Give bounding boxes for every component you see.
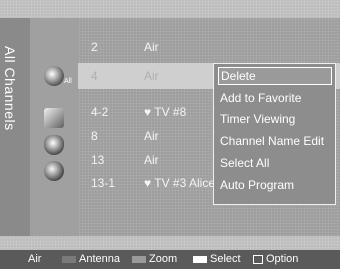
guide-select-label: Select: [210, 253, 241, 265]
channel-type: Air: [144, 40, 159, 54]
favorite-heart-icon[interactable]: [44, 135, 64, 155]
select-color-key-icon: [193, 255, 207, 263]
guide-air-label: Air: [28, 253, 42, 265]
channel-number: 13-1: [91, 176, 116, 190]
all-channels-icon[interactable]: [44, 66, 64, 86]
option-tools-icon: [253, 254, 263, 264]
menu-item-channel-name-edit[interactable]: Channel Name Edit: [218, 132, 332, 150]
channel-number: 13: [91, 153, 105, 167]
channel-type: Air: [144, 69, 159, 83]
guide-select[interactable]: Select: [193, 250, 241, 269]
button-guide-bar: Air Antenna Zoom Select Option: [0, 250, 340, 269]
guide-antenna-label: Antenna: [79, 253, 120, 265]
channel-options-popup: Delete Add to Favorite Timer Viewing Cha…: [213, 63, 336, 205]
category-title: All Channels: [2, 46, 18, 131]
channel-type: Air: [144, 129, 159, 143]
channel-name: Alice: [189, 176, 216, 190]
zoom-color-key-icon: [132, 255, 146, 263]
programmed-icon[interactable]: [44, 161, 64, 181]
channel-number: 2: [91, 40, 98, 54]
tv-screen: All Channels All 2 Air 4 Air 4-2 ♥ TV #8…: [0, 0, 340, 269]
guide-zoom-label: Zoom: [149, 253, 178, 265]
antenna-color-key-icon: [62, 255, 76, 263]
channel-type: ♥ TV #8: [144, 105, 187, 119]
added-channels-icon[interactable]: [44, 108, 64, 128]
menu-item-select-all[interactable]: Select All: [218, 154, 332, 172]
guide-option-label: Option: [266, 253, 299, 265]
channel-type: ♥ TV #3: [144, 176, 187, 190]
category-icon-column: All: [30, 18, 78, 236]
guide-antenna[interactable]: Antenna: [62, 250, 120, 269]
guide-option[interactable]: Option: [253, 250, 298, 269]
guide-zoom[interactable]: Zoom: [132, 250, 177, 269]
all-icon-label: All: [64, 78, 72, 85]
channel-number: 8: [91, 129, 98, 143]
menu-item-timer-viewing[interactable]: Timer Viewing: [218, 110, 332, 128]
guide-air[interactable]: Air: [28, 250, 41, 269]
menu-item-auto-program[interactable]: Auto Program: [218, 176, 332, 194]
category-sidebar: All Channels: [0, 18, 30, 236]
channel-type: Air: [144, 153, 159, 167]
channel-number: 4: [91, 69, 98, 83]
menu-item-delete[interactable]: Delete: [218, 67, 332, 85]
channel-number: 4-2: [91, 105, 109, 119]
menu-item-add-to-favorite[interactable]: Add to Favorite: [218, 89, 332, 107]
channel-row[interactable]: 2 Air: [78, 34, 340, 60]
